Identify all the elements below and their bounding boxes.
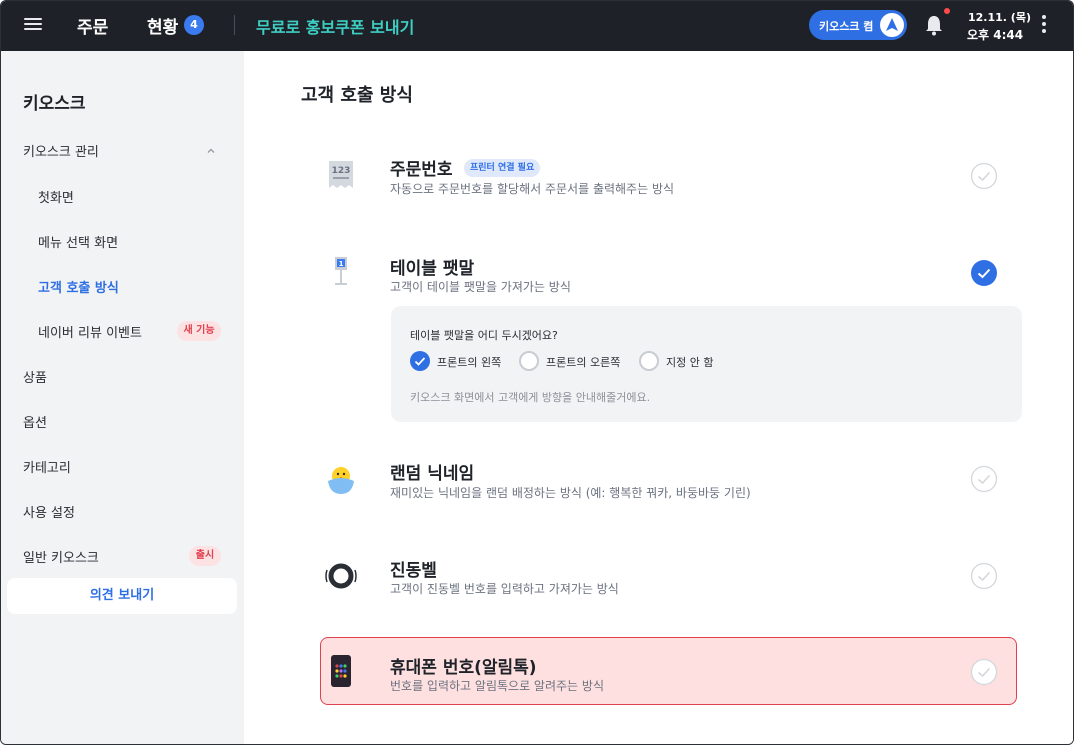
vibration-bell-icon — [325, 563, 357, 589]
sidebar-item-usage-settings[interactable]: 사용 설정 — [23, 502, 75, 521]
radio-checked-icon — [410, 351, 430, 371]
feedback-button[interactable]: 의견 보내기 — [7, 578, 237, 614]
option-title-order-number: 주문번호 — [390, 160, 453, 180]
nav-status[interactable]: 현황 — [147, 13, 178, 38]
hamburger-menu-icon[interactable] — [23, 15, 45, 35]
option-check-order-number[interactable] — [970, 162, 998, 190]
radio-unchecked-icon — [519, 351, 539, 371]
more-options-icon[interactable] — [1039, 15, 1049, 35]
table-sign-note: 키오스크 화면에서 고객에게 방향을 안내해줄거에요. — [410, 391, 651, 404]
sidebar-item-first-screen[interactable]: 첫화면 — [38, 187, 74, 206]
time-display: 오후 4:44 — [967, 28, 1024, 42]
option-title-phone-number: 휴대폰 번호(알림톡) — [390, 658, 537, 678]
option-desc-random-nickname: 재미있는 닉네임을 랜덤 배정하는 방식 (예: 행복한 꿔카, 바둥바둥 기린… — [390, 486, 751, 500]
app-window: 주문 현황 4 무료로 홍보쿠폰 보내기 키오스크 켬 12.11. (목) 오… — [0, 0, 1074, 745]
table-sign-icon-text: 1 — [339, 260, 344, 268]
receipt-icon-text: 123 — [332, 166, 351, 176]
sidebar-item-category[interactable]: 카테고리 — [23, 457, 71, 476]
phone-icon — [331, 655, 351, 687]
table-sign-question: 테이블 팻말을 어디 두시겠어요? — [410, 329, 558, 342]
radio-label-no-designation: 지정 안 함 — [666, 356, 714, 369]
kiosk-logo-icon — [880, 13, 904, 37]
option-check-table-sign[interactable] — [970, 259, 998, 287]
kiosk-toggle-label: 키오스크 켬 — [819, 20, 874, 33]
option-title-random-nickname: 랜덤 닉네임 — [390, 464, 475, 484]
chick-icon — [328, 467, 354, 494]
option-title-vibration-bell: 진동벨 — [390, 561, 437, 581]
topbar-divider — [234, 15, 235, 35]
sidebar-item-menu-select[interactable]: 메뉴 선택 화면 — [38, 232, 118, 251]
sidebar-title: 키오스크 — [23, 94, 86, 114]
sidebar-item-customer-call[interactable]: 고객 호출 방식 — [38, 277, 119, 296]
notification-dot — [944, 8, 950, 14]
radio-label-front-right: 프론트의 오른쪽 — [546, 356, 621, 369]
sidebar: 키오스크 키오스크 관리 첫화면 메뉴 선택 화면 고객 호출 방식 네이버 리… — [1, 51, 244, 744]
option-check-vibration-bell[interactable] — [970, 562, 998, 590]
option-desc-vibration-bell: 고객이 진동벨 번호를 입력하고 가져가는 방식 — [390, 582, 619, 596]
option-desc-table-sign: 고객이 테이블 팻말을 가져가는 방식 — [390, 280, 571, 294]
chevron-up-icon[interactable] — [206, 146, 216, 156]
radio-label-front-left: 프론트의 왼쪽 — [437, 356, 502, 369]
table-sign-icon: 1 — [335, 257, 347, 285]
bell-icon[interactable] — [923, 13, 945, 37]
sidebar-item-products[interactable]: 상품 — [23, 367, 47, 386]
top-bar: 주문 현황 4 무료로 홍보쿠폰 보내기 키오스크 켬 12.11. (목) 오… — [1, 1, 1073, 51]
date-display: 12.11. (목) — [968, 11, 1031, 24]
nav-order[interactable]: 주문 — [77, 13, 108, 38]
new-feature-badge: 새 기능 — [177, 321, 221, 341]
sidebar-item-options[interactable]: 옵션 — [23, 412, 47, 431]
promo-coupon-link[interactable]: 무료로 홍보쿠폰 보내기 — [256, 14, 414, 38]
option-desc-phone-number: 번호를 입력하고 알림톡으로 알려주는 방식 — [390, 679, 604, 693]
status-count-badge: 4 — [184, 15, 204, 35]
option-title-table-sign: 테이블 팻말 — [390, 259, 475, 279]
option-check-random-nickname[interactable] — [970, 465, 998, 493]
option-desc-order-number: 자동으로 주문번호를 할당해서 주문서를 출력해주는 방식 — [390, 182, 675, 196]
table-sign-position-panel: 테이블 팻말을 어디 두시겠어요? 프론트의 왼쪽 프론트의 오른쪽 지정 안 … — [391, 306, 1022, 422]
printer-required-badge: 프린터 연결 필요 — [464, 159, 541, 177]
receipt-123-icon: 123 — [329, 161, 353, 188]
option-check-phone-number[interactable] — [970, 658, 998, 686]
launch-badge: 출시 — [189, 546, 221, 566]
sidebar-item-kiosk-manage[interactable]: 키오스크 관리 — [23, 141, 99, 160]
main-content: 고객 호출 방식 123 주문번호 프린터 연결 필요 자동으로 주문번호를 할… — [244, 51, 1073, 744]
kiosk-toggle-button[interactable]: 키오스크 켬 — [809, 10, 907, 40]
sidebar-item-general-kiosk[interactable]: 일반 키오스크 — [23, 547, 99, 566]
page-title: 고객 호출 방식 — [301, 85, 413, 106]
sidebar-item-naver-review[interactable]: 네이버 리뷰 이벤트 — [38, 322, 142, 341]
radio-unchecked-icon — [639, 351, 659, 371]
